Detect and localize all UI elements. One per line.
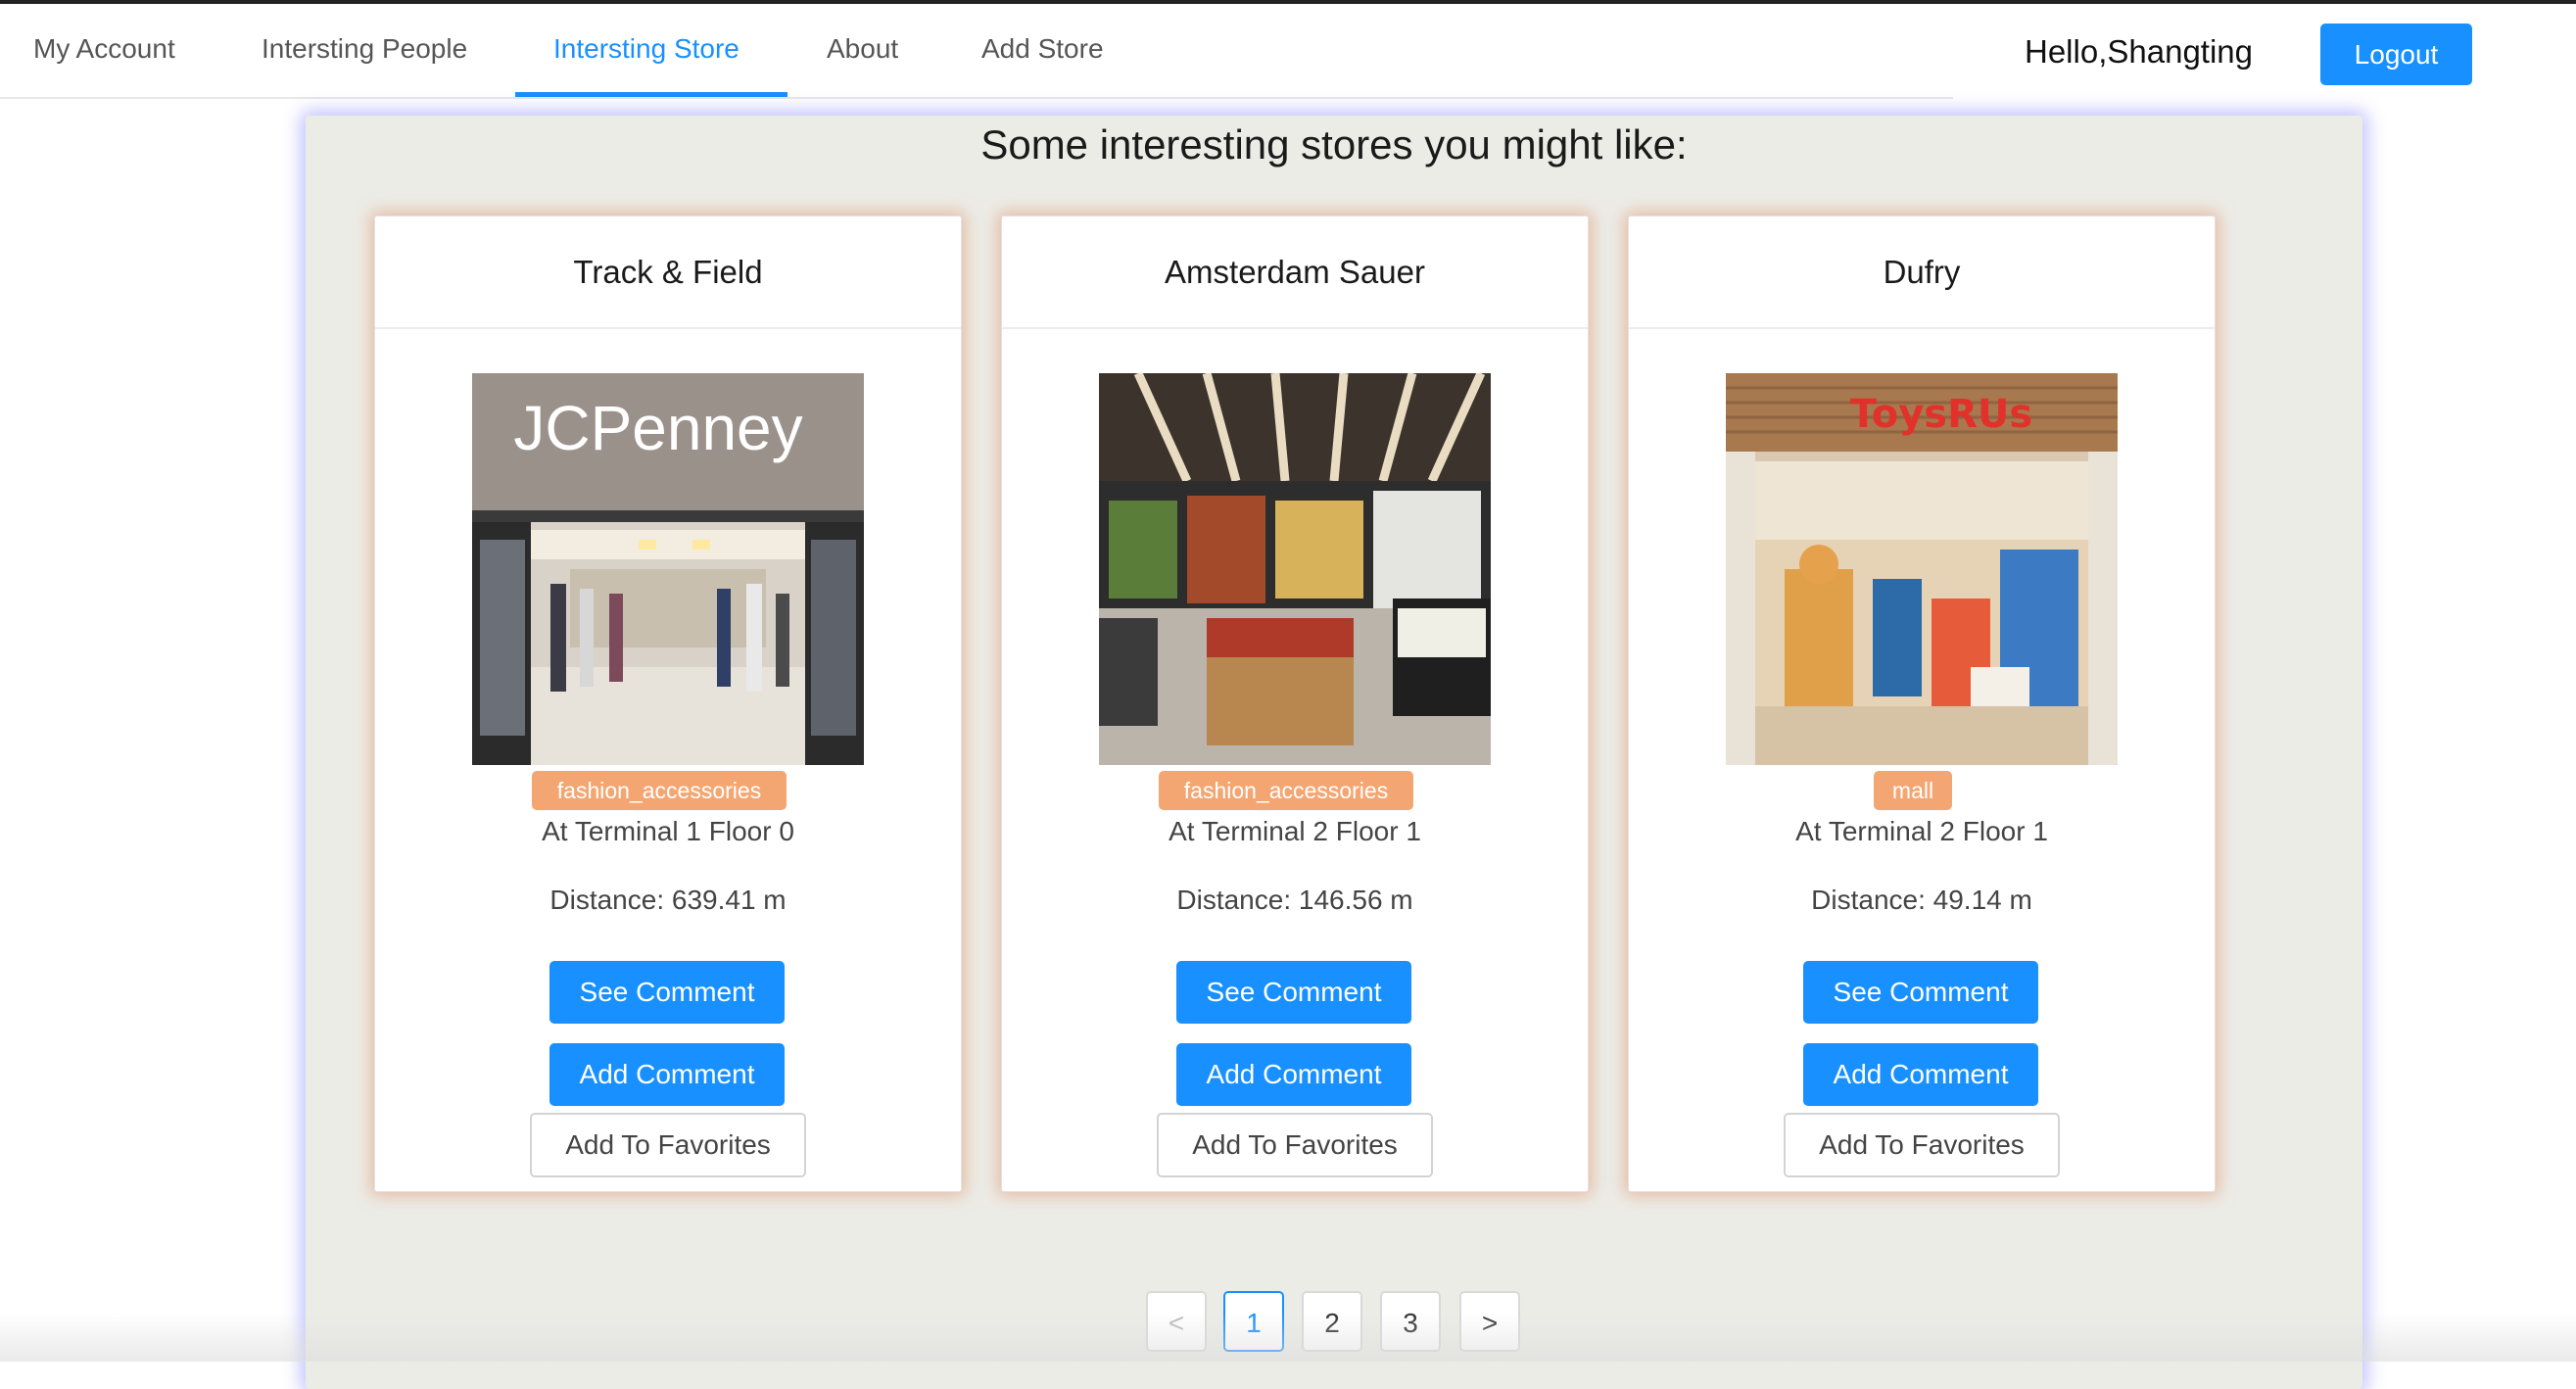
nav-interesting-store[interactable]: Intersting Store bbox=[553, 4, 739, 97]
logout-button[interactable]: Logout bbox=[2320, 24, 2472, 85]
add-to-favorites-button[interactable]: Add To Favorites bbox=[1784, 1113, 2060, 1177]
store-name: Amsterdam Sauer bbox=[1002, 216, 1588, 329]
pagination-page[interactable]: 2 bbox=[1302, 1291, 1362, 1352]
nav-interesting-people[interactable]: Intersting People bbox=[262, 4, 467, 97]
add-comment-button[interactable]: Add Comment bbox=[1176, 1043, 1411, 1106]
page-title: Some interesting stores you might like: bbox=[980, 121, 1688, 168]
store-location: At Terminal 2 Floor 1 bbox=[1795, 816, 2048, 846]
pagination-page[interactable]: 3 bbox=[1380, 1291, 1441, 1352]
store-sign-text: JCPenney bbox=[513, 393, 802, 463]
store-card: Track & Field JCPenney fashion_accessori… bbox=[374, 216, 962, 1192]
category-tag: fashion_accessories bbox=[1159, 771, 1413, 810]
store-distance: Distance: 146.56 m bbox=[1176, 885, 1413, 915]
stores-panel: Some interesting stores you might like: … bbox=[306, 116, 2362, 1389]
user-greeting: Hello,Shangting bbox=[2025, 33, 2253, 70]
nav-my-account[interactable]: My Account bbox=[33, 4, 175, 97]
nav-add-store[interactable]: Add Store bbox=[981, 4, 1104, 97]
chevron-left-icon: < bbox=[1168, 1308, 1185, 1338]
see-comment-button[interactable]: See Comment bbox=[549, 961, 785, 1024]
category-tag: mall bbox=[1874, 771, 1952, 810]
add-to-favorites-button[interactable]: Add To Favorites bbox=[530, 1113, 806, 1177]
store-distance: Distance: 639.41 m bbox=[549, 885, 787, 915]
store-name: Track & Field bbox=[375, 216, 961, 329]
active-tab-indicator bbox=[515, 92, 787, 97]
top-navigation: My Account Intersting People Intersting … bbox=[0, 4, 1953, 99]
store-photo: JCPenney bbox=[472, 373, 864, 765]
category-tag: fashion_accessories bbox=[532, 771, 787, 810]
pagination-next-button[interactable]: > bbox=[1459, 1291, 1520, 1352]
store-distance: Distance: 49.14 m bbox=[1811, 885, 2032, 915]
add-comment-button[interactable]: Add Comment bbox=[1803, 1043, 2038, 1106]
add-comment-button[interactable]: Add Comment bbox=[549, 1043, 785, 1106]
store-name: Dufry bbox=[1629, 216, 2215, 329]
pagination-page[interactable]: 1 bbox=[1223, 1291, 1284, 1352]
store-location: At Terminal 1 Floor 0 bbox=[542, 816, 794, 846]
pagination-prev-button[interactable]: < bbox=[1146, 1291, 1207, 1352]
store-photo: ToysRUs bbox=[1726, 373, 2118, 765]
store-photo bbox=[1099, 373, 1491, 765]
add-to-favorites-button[interactable]: Add To Favorites bbox=[1157, 1113, 1433, 1177]
see-comment-button[interactable]: See Comment bbox=[1176, 961, 1411, 1024]
store-location: At Terminal 2 Floor 1 bbox=[1169, 816, 1421, 846]
see-comment-button[interactable]: See Comment bbox=[1803, 961, 2038, 1024]
store-sign-text: ToysRUs bbox=[1850, 392, 2032, 437]
nav-about[interactable]: About bbox=[827, 4, 898, 97]
store-card: Amsterdam Sauer fashion_accessories At T… bbox=[1001, 216, 1589, 1192]
store-card: Dufry ToysRUs mall At Terminal 2 Floor 1… bbox=[1628, 216, 2216, 1192]
chevron-right-icon: > bbox=[1481, 1308, 1499, 1338]
